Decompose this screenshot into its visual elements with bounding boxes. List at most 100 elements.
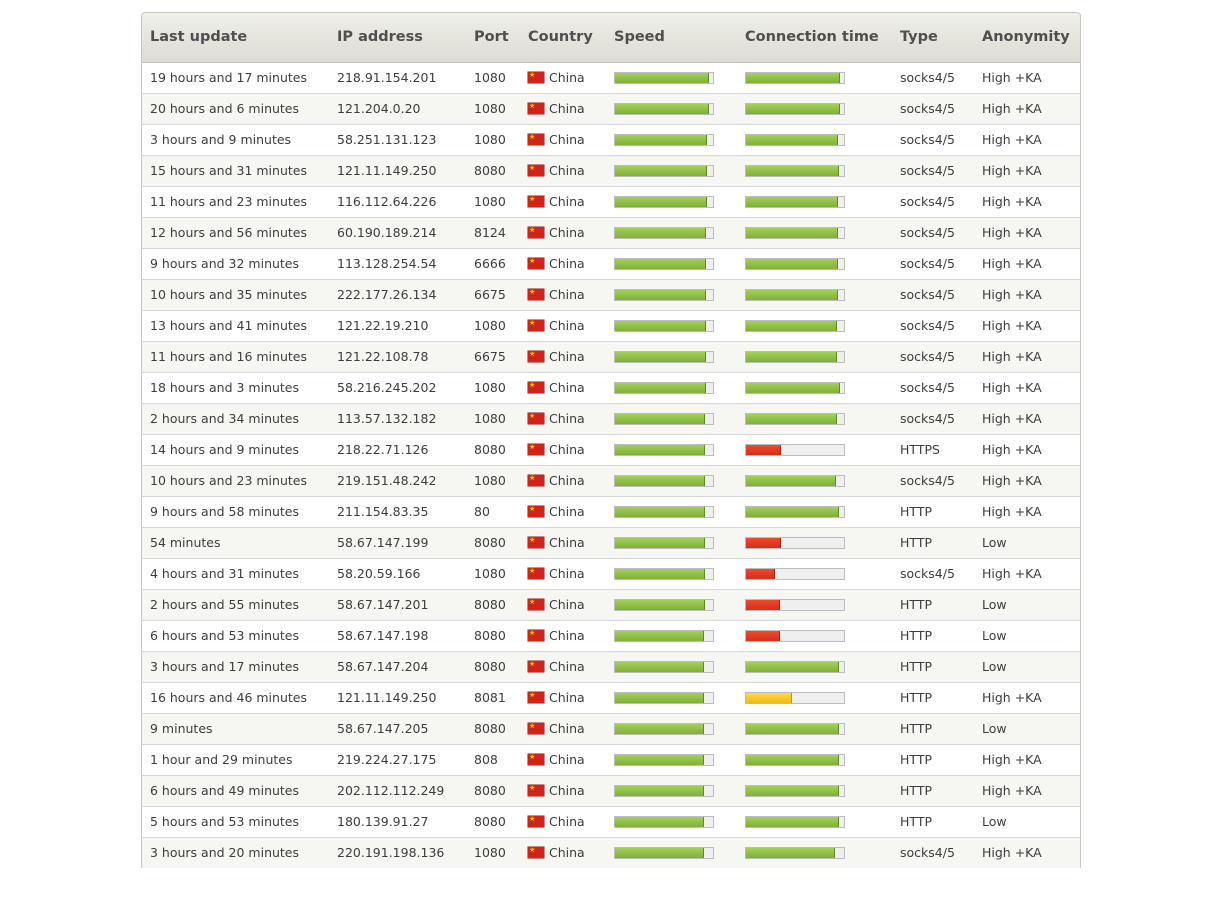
connection-time-bar-fill [746,320,838,331]
table-row[interactable]: 3 hours and 9 minutes58.251.131.1231080 C… [142,123,1080,155]
connection-time-bar [745,102,845,115]
anonymity-cell: High +KA [974,154,1080,186]
type-cell: HTTP [892,588,974,620]
connection-time-bar [745,815,845,828]
ip-address-cell: 113.128.254.54 [329,247,466,279]
ip-address-cell: 113.57.132.182 [329,402,466,434]
table-row[interactable]: 10 hours and 35 minutes 222.177.26.134 667… [142,278,1080,310]
anonymity-cell: Low [974,650,1080,682]
table-row[interactable]: 9 minutes58.67.147.2058080 China HTTPLow [142,712,1080,744]
speed-cell [606,588,737,620]
speed-cell [606,557,737,589]
speed-cell [606,464,737,496]
table-row[interactable]: 18 hours and 3 minutes 58.216.245.202 1080… [142,371,1080,403]
china-flag-icon [528,132,544,145]
speed-bar [614,257,714,270]
connection-time-bar [745,226,845,239]
country-cell: China [520,154,606,186]
col-country[interactable]: Country [520,13,606,63]
col-connection-time[interactable]: Connection time [737,13,892,63]
connection-time-cell [737,278,892,310]
connection-time-bar-fill [746,165,840,176]
speed-bar-fill [615,227,707,238]
connection-time-cell [737,681,892,713]
port-cell: 1080 [466,371,520,403]
table-row[interactable]: 5 hours and 53 minutes180.139.91.278080 C… [142,805,1080,837]
connection-time-cell [737,62,892,93]
china-flag-icon [528,690,544,703]
last-update-cell: 20 hours and 6 minutes [142,92,329,124]
table-row[interactable]: 9 hours and 58 minutes211.154.83.3580 Chi… [142,495,1080,527]
last-update-cell: 4 hours and 31 minutes [142,557,329,589]
type-cell: HTTP [892,743,974,775]
speed-bar-fill [615,723,705,734]
ip-address-cell: 121.11.149.250 [329,681,466,713]
connection-time-bar-fill [746,692,793,703]
table-row[interactable]: 2 hours and 34 minutes 113.57.132.182 1080… [142,402,1080,434]
col-ip-address[interactable]: IP address [329,13,466,63]
speed-bar [614,319,714,332]
table-row[interactable]: 54 minutes58.67.147.1998080 China HTTPLow [142,526,1080,558]
table-row[interactable]: 9 hours and 32 minutes 113.128.254.54 6666… [142,247,1080,279]
table-row[interactable]: 2 hours and 55 minutes58.67.147.2018080 C… [142,588,1080,620]
table-row[interactable]: 11 hours and 16 minutes 121.22.108.78 6675… [142,340,1080,372]
country-cell: China [520,340,606,372]
port-cell: 1080 [466,185,520,217]
speed-bar-fill [615,630,705,641]
table-row[interactable]: 6 hours and 53 minutes58.67.147.1988080 C… [142,619,1080,651]
anonymity-cell: Low [974,619,1080,651]
last-update-cell: 11 hours and 23 minutes [142,185,329,217]
country-name: China [549,690,585,705]
port-cell: 8124 [466,216,520,248]
speed-cell [606,650,737,682]
speed-bar-fill [615,72,710,83]
speed-bar [614,288,714,301]
speed-cell [606,712,737,744]
speed-cell [606,62,737,93]
country-name: China [549,628,585,643]
table-row[interactable]: 1 hour and 29 minutes219.224.27.175808 Ch… [142,743,1080,775]
speed-bar [614,846,714,859]
table-row[interactable]: 13 hours and 41 minutes 121.22.19.210 1080… [142,309,1080,341]
speed-bar [614,598,714,611]
connection-time-bar-fill [746,506,840,517]
table-row[interactable]: 4 hours and 31 minutes58.20.59.1661080 Ch… [142,557,1080,589]
type-cell: socks4/5 [892,371,974,403]
china-flag-icon [528,225,544,238]
table-row[interactable]: 14 hours and 9 minutes218.22.71.1268080 C… [142,433,1080,465]
anonymity-cell: High +KA [974,836,1080,868]
table-row[interactable]: 15 hours and 31 minutes 121.11.149.250 808… [142,154,1080,186]
connection-time-cell [737,154,892,186]
last-update-cell: 16 hours and 46 minutes [142,681,329,713]
table-row[interactable]: 16 hours and 46 minutes 121.11.149.250 808… [142,681,1080,713]
table-row[interactable]: 19 hours and 17 minutes 218.91.154.201 108… [142,62,1080,93]
connection-time-bar-fill [746,289,839,300]
china-flag-icon [528,163,544,176]
table-row[interactable]: 10 hours and 23 minutes 219.151.48.242 108… [142,464,1080,496]
connection-time-bar [745,846,845,859]
china-flag-icon [528,566,544,579]
table-row[interactable]: 3 hours and 20 minutes 220.191.198.136 108… [142,836,1080,868]
type-cell: socks4/5 [892,402,974,434]
col-anonymity[interactable]: Anonymity [974,13,1080,63]
china-flag-icon [528,597,544,610]
col-last-update[interactable]: Last update [142,13,329,63]
table-row[interactable]: 11 hours and 23 minutes 116.112.64.226 108… [142,185,1080,217]
anonymity-cell: Low [974,805,1080,837]
table-row[interactable]: 6 hours and 49 minutes 202.112.112.249 808… [142,774,1080,806]
table-row[interactable]: 12 hours and 56 minutes 60.190.189.214 812… [142,216,1080,248]
china-flag-icon [528,411,544,424]
country-cell: China [520,464,606,496]
col-port[interactable]: Port [466,13,520,63]
ip-address-cell: 60.190.189.214 [329,216,466,248]
col-speed[interactable]: Speed [606,13,737,63]
country-cell: China [520,650,606,682]
country-name: China [549,845,585,861]
col-type[interactable]: Type [892,13,974,63]
speed-bar [614,629,714,642]
port-cell: 1080 [466,123,520,155]
port-cell: 1080 [466,464,520,496]
table-row[interactable]: 20 hours and 6 minutes121.204.0.201080 Ch… [142,92,1080,124]
table-row[interactable]: 3 hours and 17 minutes58.67.147.2048080 C… [142,650,1080,682]
speed-bar [614,195,714,208]
